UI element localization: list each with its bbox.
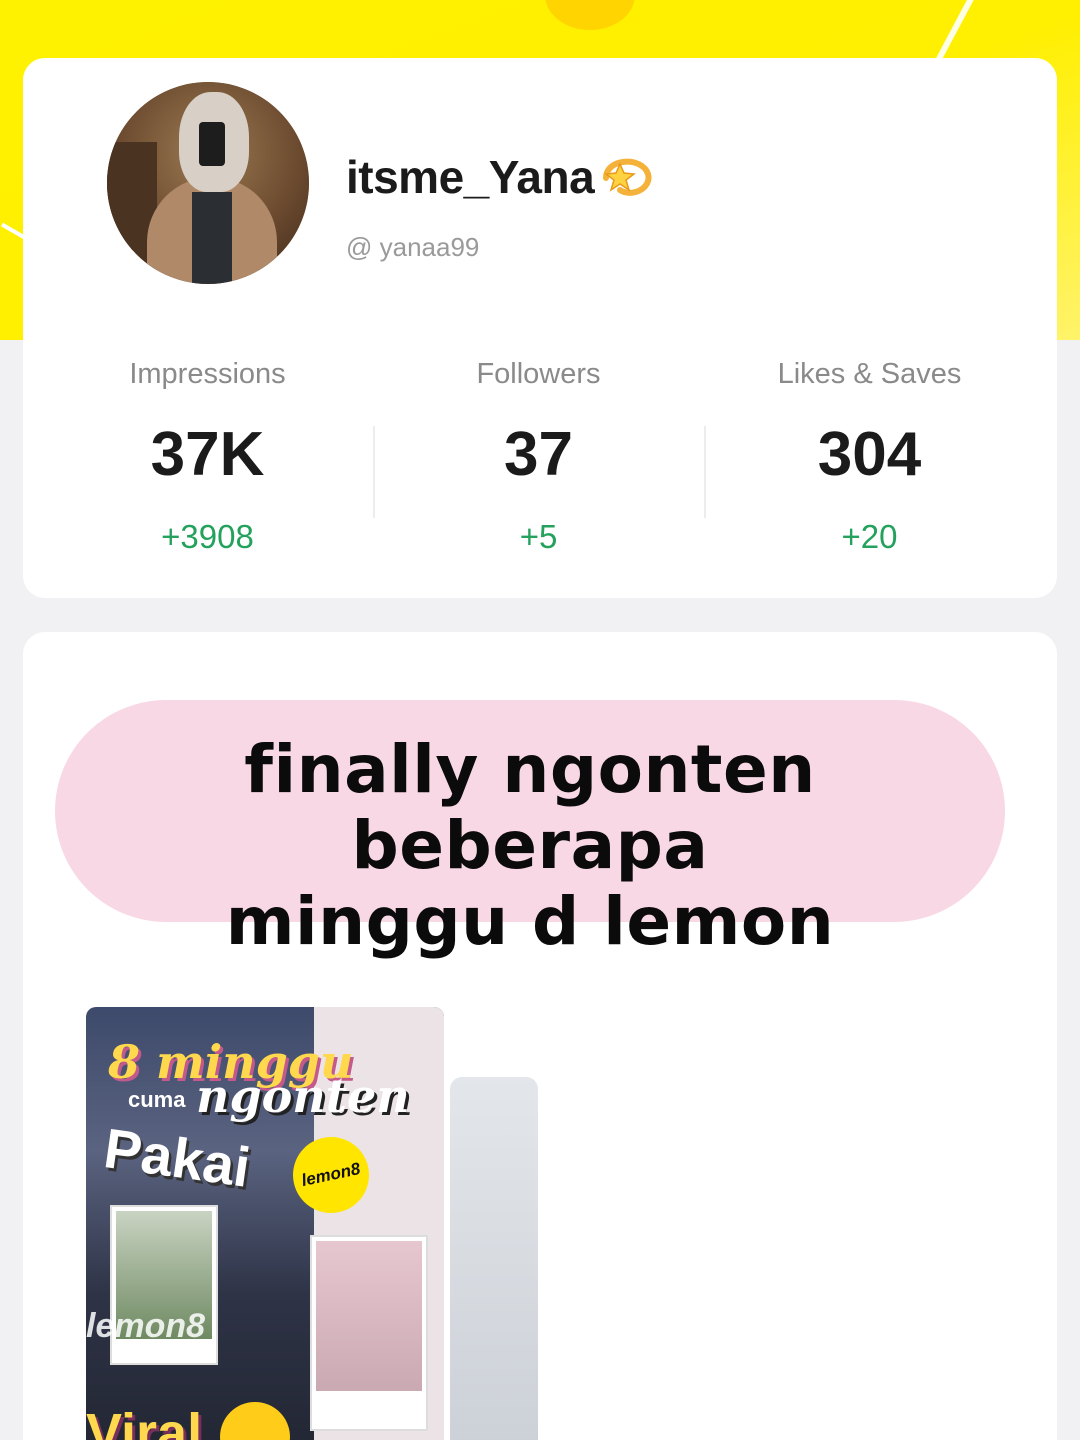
stat-impressions[interactable]: Impressions 37K +3908	[42, 358, 373, 556]
post-thumbnail[interactable]: 8 minggu cuma ngonten Pakai lemon8 lemon…	[86, 1007, 444, 1440]
stat-value: 37K	[150, 420, 265, 489]
decorative-blob	[545, 0, 635, 30]
stat-delta: +3908	[161, 518, 254, 555]
watermark: lemon8	[86, 1307, 206, 1345]
stat-value: 37	[504, 420, 573, 489]
decorative-streak	[933, 0, 981, 67]
profile-card: itsme_Yana @ yanaa99 Impressions 37K +39…	[23, 58, 1057, 598]
thumbnail-text: cuma	[128, 1087, 186, 1112]
stat-followers[interactable]: Followers 37 +5	[373, 358, 704, 556]
user-handle: @ yanaa99	[346, 232, 480, 262]
post-thumbnail-next[interactable]	[450, 1077, 538, 1440]
username: itsme_Yana	[346, 151, 595, 203]
thumbnail-mini-post	[310, 1235, 428, 1431]
stats-row: Impressions 37K +3908 Followers 37 +5 Li…	[23, 358, 1057, 556]
post-title-line2: minggu d lemon	[225, 883, 835, 960]
thumbnail-text: Viral	[86, 1403, 203, 1440]
username-row: itsme_Yana	[346, 148, 656, 206]
thumbnail-text: ngonten	[196, 1069, 410, 1123]
dizzy-sparkle-icon	[598, 148, 656, 206]
stat-delta: +5	[519, 518, 558, 555]
stat-label: Impressions	[129, 358, 286, 390]
post-card: finally ngonten beberapa minggu d lemon …	[23, 632, 1057, 1440]
stat-likes-saves[interactable]: Likes & Saves 304 +20	[704, 358, 1035, 556]
post-title-line1: finally ngonten beberapa	[244, 731, 816, 884]
pleading-face-icon	[220, 1402, 290, 1440]
post-title: finally ngonten beberapa minggu d lemon	[55, 732, 1005, 960]
thumbnail-text: Pakai	[100, 1116, 255, 1199]
stat-label: Likes & Saves	[777, 358, 962, 390]
stat-label: Followers	[476, 358, 601, 390]
stat-value: 304	[817, 420, 922, 489]
avatar[interactable]	[103, 78, 313, 288]
stat-delta: +20	[841, 518, 898, 555]
